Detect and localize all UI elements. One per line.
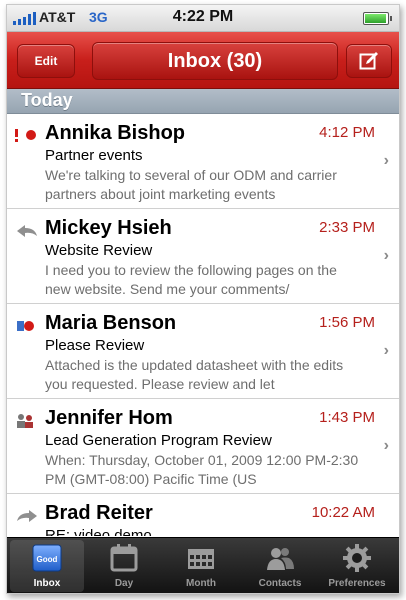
compose-button[interactable] (346, 44, 392, 78)
message-sender: Mickey Hsieh (45, 217, 172, 239)
message-row[interactable]: Mickey Hsieh 2:33 PM Website Review I ne… (7, 209, 399, 304)
tab-contacts[interactable]: Contacts (243, 540, 317, 592)
urgent-unread-icon (15, 129, 36, 142)
message-sender: Maria Benson (45, 312, 177, 334)
tab-inbox[interactable]: Good Inbox (10, 540, 84, 592)
section-label: Today (21, 90, 73, 110)
message-sender: Annika Bishop (45, 122, 186, 144)
message-preview: We're talking to several of our ODM and … (45, 167, 337, 202)
tab-bar: Good Inbox Day Month Contacts Preference… (7, 537, 399, 593)
message-preview: Attached is the updated datasheet with t… (45, 357, 344, 392)
inbox-title-button[interactable]: Inbox (30) (92, 42, 338, 80)
message-sender: Jennifer Hom (45, 407, 173, 429)
message-preview: I need you to review the following pages… (45, 262, 337, 297)
battery-icon (363, 12, 392, 25)
month-calendar-icon (188, 549, 214, 569)
phone-screen: AT&T 3G 4:22 PM Edit Inbox (30) Today An… (6, 4, 400, 594)
meeting-icon (17, 414, 33, 428)
message-subject: Lead Generation Program Review (45, 432, 272, 449)
chevron-right-icon: › (383, 247, 389, 264)
reply-icon (17, 225, 37, 237)
message-sender: Brad Reiter (45, 502, 153, 524)
attachment-unread-icon (17, 321, 34, 331)
inbox-icon-text: Good (37, 555, 58, 564)
section-header-today: Today (7, 89, 399, 114)
forward-icon (17, 510, 37, 522)
message-time: 2:33 PM (319, 219, 375, 236)
message-preview: When: Thursday, October 01, 2009 12:00 P… (45, 452, 359, 487)
chevron-right-icon: › (383, 152, 389, 169)
tab-label: Day (114, 578, 134, 589)
day-calendar-icon (110, 544, 138, 572)
message-time: 1:43 PM (319, 409, 375, 426)
tab-month[interactable]: Month (164, 540, 238, 592)
tab-label: Month (186, 578, 216, 589)
message-row[interactable]: Maria Benson 1:56 PM Please Review Attac… (7, 304, 399, 399)
tab-day[interactable]: Day (87, 540, 161, 592)
message-row[interactable]: Jennifer Hom 1:43 PM Lead Generation Pro… (7, 399, 399, 494)
message-subject: Website Review (45, 242, 153, 259)
gear-icon (343, 544, 371, 572)
message-subject: Partner events (45, 147, 143, 164)
tab-label: Preferences (328, 578, 386, 589)
contacts-icon (267, 548, 294, 570)
message-list[interactable]: Annika Bishop 4:12 PM Partner events We'… (7, 114, 399, 536)
status-time: 4:22 PM (172, 8, 234, 25)
tab-label: Inbox (33, 578, 61, 589)
message-time: 10:22 AM (311, 504, 375, 521)
status-bar: AT&T 3G 4:22 PM (7, 5, 399, 32)
tab-preferences[interactable]: Preferences (320, 540, 394, 592)
inbox-icon: Good (32, 544, 62, 572)
tab-label: Contacts (258, 578, 302, 589)
compose-icon (359, 52, 378, 70)
edit-button[interactable]: Edit (17, 44, 75, 78)
message-subject: Please Review (45, 337, 145, 354)
navigation-bar: Edit Inbox (30) (7, 32, 399, 89)
message-row[interactable]: Annika Bishop 4:12 PM Partner events We'… (7, 114, 399, 209)
chevron-right-icon: › (383, 437, 389, 454)
message-subject: RE: video demo (45, 527, 152, 536)
message-time: 4:12 PM (319, 124, 375, 141)
message-row[interactable]: Brad Reiter 10:22 AM RE: video demo (7, 494, 399, 536)
chevron-right-icon: › (383, 342, 389, 359)
message-time: 1:56 PM (319, 314, 375, 331)
